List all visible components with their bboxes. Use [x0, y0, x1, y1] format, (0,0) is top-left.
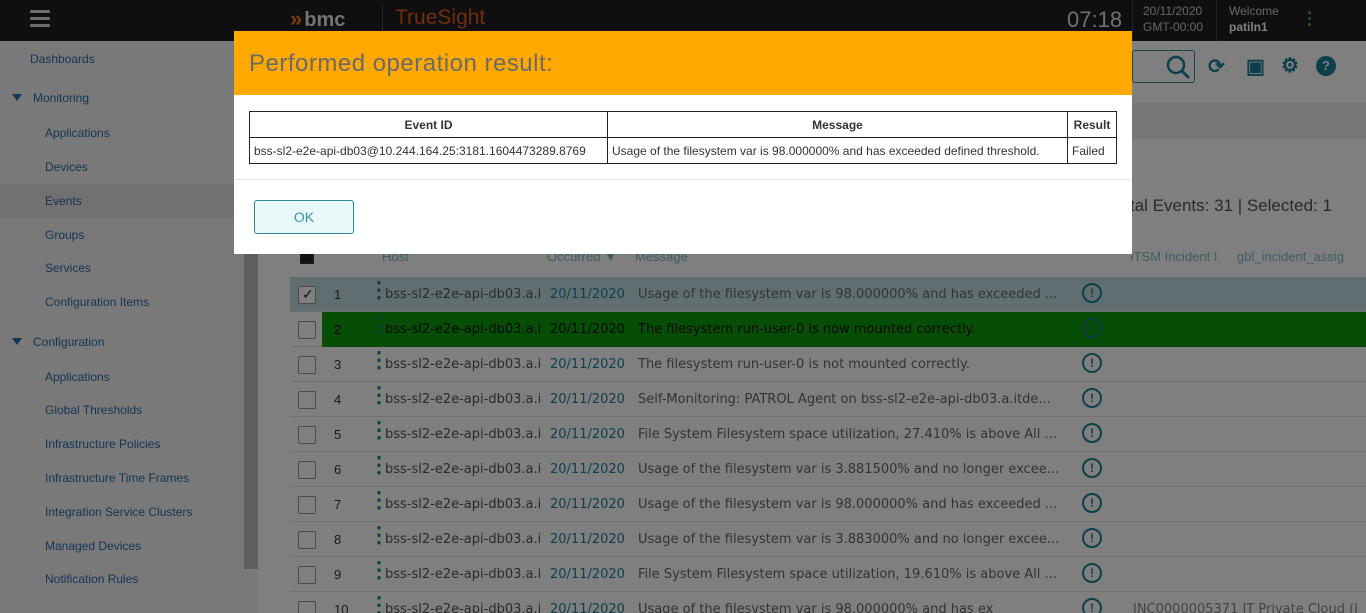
column-header-event-id: Event ID	[249, 111, 608, 138]
column-header-result: Result	[1067, 111, 1117, 138]
result-table: Event ID Message Result bss-sl2-e2e-api-…	[249, 111, 1117, 164]
column-header-message: Message	[607, 111, 1068, 138]
message-cell: Usage of the filesystem var is 98.000000…	[607, 137, 1068, 164]
dialog-header: Performed operation result:	[234, 31, 1132, 95]
result-table-header: Event ID Message Result	[249, 111, 1117, 138]
operation-result-dialog: Performed operation result: Event ID Mes…	[234, 31, 1132, 254]
event-id-cell: bss-sl2-e2e-api-db03@10.244.164.25:3181.…	[249, 137, 608, 164]
dialog-divider	[234, 179, 1132, 180]
dialog-title: Performed operation result:	[249, 50, 554, 77]
result-cell: Failed	[1067, 137, 1117, 164]
ok-button[interactable]: OK	[254, 200, 354, 234]
table-row: bss-sl2-e2e-api-db03@10.244.164.25:3181.…	[249, 137, 1117, 164]
